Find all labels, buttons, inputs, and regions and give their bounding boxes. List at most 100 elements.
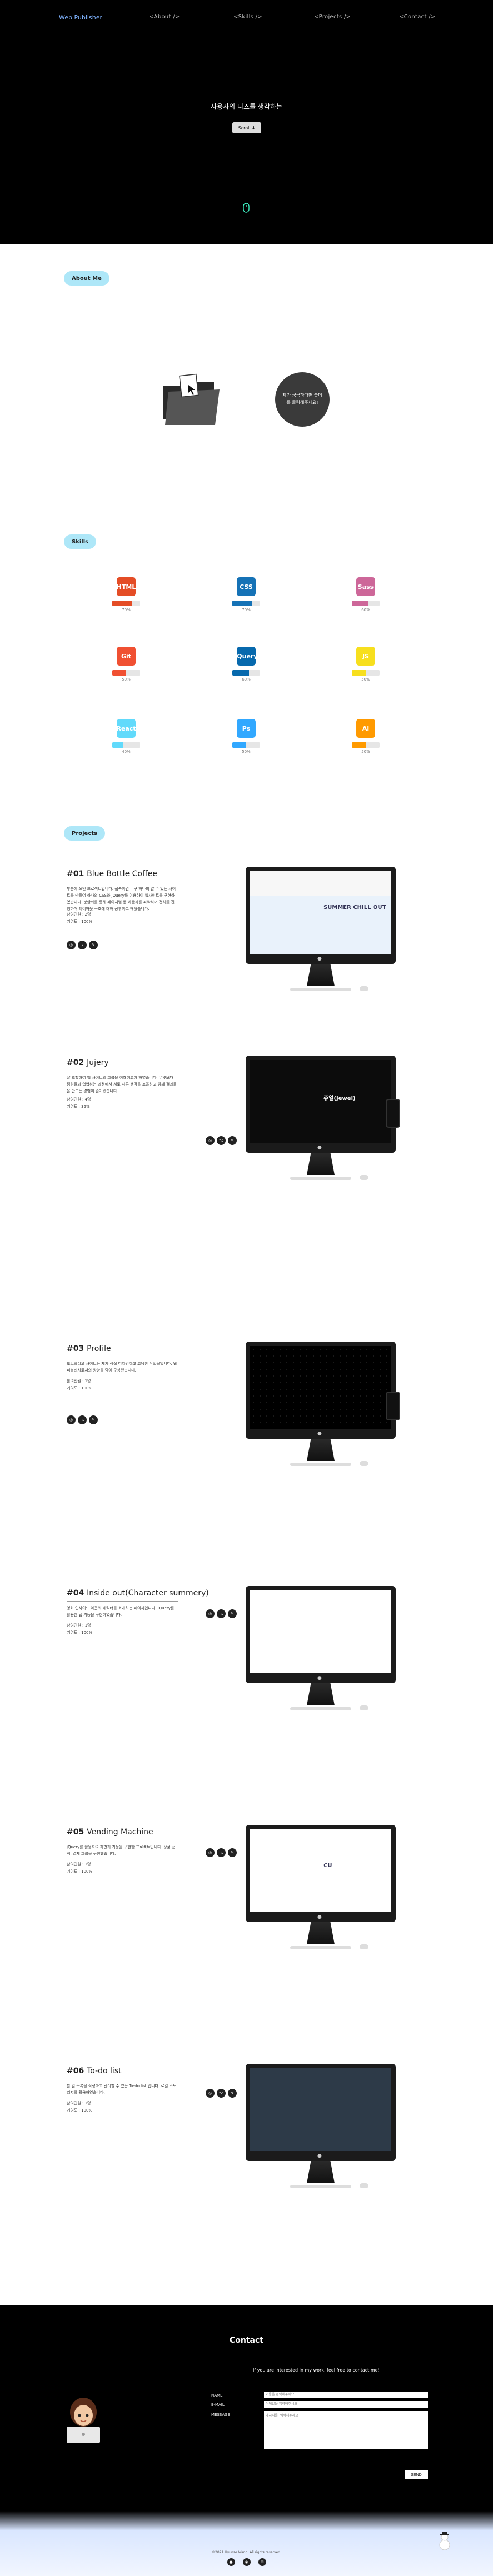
mouse	[360, 986, 368, 991]
monitor-screen: SUMMER CHILL OUT	[246, 867, 396, 964]
project-description: 잘 조합하여 웹 사이트의 흐름을 이해하고자 하였습니다. 무엇보다 팀원들과…	[67, 1076, 177, 1093]
email-input[interactable]	[264, 2401, 428, 2408]
project-meta: 참여인원 : 1명 기여도 : 100%	[67, 1622, 178, 1637]
project-name: Inside out(Character summery)	[87, 1589, 209, 1598]
monitor-stand	[307, 964, 335, 986]
view-site-button[interactable]: ◎	[206, 2089, 215, 2098]
project-meta: 참여인원 : 2명 기여도 : 100%	[67, 911, 178, 926]
nav-link-skills[interactable]: <Skills />	[233, 14, 262, 20]
project-number: #03	[67, 1344, 84, 1353]
name-input[interactable]	[264, 2392, 428, 2398]
apple-logo-icon: ●	[317, 1675, 322, 1681]
monitor-stand	[307, 1922, 335, 1944]
github-button[interactable]: ⌥	[78, 1415, 87, 1424]
project-number: #02	[67, 1058, 84, 1067]
detail-button[interactable]: ✎	[89, 941, 98, 949]
project-title: #03 Profile	[67, 1344, 111, 1353]
skill-badge: CSS	[237, 577, 256, 596]
view-site-button[interactable]: ◎	[67, 1415, 76, 1424]
mouse	[360, 1705, 368, 1710]
project-screenshot[interactable]	[250, 1590, 391, 1673]
github-button[interactable]: ⌥	[217, 2089, 226, 2098]
project-members: 참여인원 : 1명	[67, 1862, 91, 1867]
nav-link-contact[interactable]: <Contact />	[399, 14, 436, 20]
mouse-scroll-icon[interactable]	[239, 201, 253, 216]
view-site-button[interactable]: ◎	[206, 1848, 215, 1857]
project-screenshot[interactable]: 쥬얼(Jewel)	[250, 1060, 391, 1143]
detail-button[interactable]: ✎	[228, 1136, 237, 1145]
html5-icon: HTML	[114, 575, 138, 598]
github-button[interactable]: ⌥	[217, 1848, 226, 1857]
project-name: Jujery	[87, 1058, 109, 1067]
project-buttons: ◎ ⌥ ✎	[206, 2089, 237, 2098]
hero-title: 사용자의 니즈를 생각하는	[210, 103, 283, 111]
github-button[interactable]: ⌥	[217, 1609, 226, 1618]
skill-badge: Git	[117, 647, 136, 666]
project-title: #06 To-do list	[67, 2067, 122, 2075]
skill-badge: React	[116, 719, 136, 738]
skill-bar	[112, 742, 140, 748]
kakao-icon[interactable]: ●	[227, 2558, 235, 2566]
skill-item: JS 50%	[349, 644, 382, 682]
sass-icon: Sass	[354, 575, 377, 598]
apple-logo-icon: ●	[317, 1914, 322, 1920]
screen-headline: CU	[323, 1862, 332, 1869]
project-members: 참여인원 : 2명	[67, 912, 91, 917]
monitor-screen	[246, 2064, 396, 2161]
detail-button[interactable]: ✎	[228, 1848, 237, 1857]
message-textarea[interactable]	[264, 2411, 428, 2449]
nav-link-projects[interactable]: <Projects />	[314, 14, 351, 20]
project-description: 포트폴리오 사이트는 제가 직접 디자인하고 코딩한 작업물입니다. 웹 퍼블리…	[67, 1362, 177, 1373]
skill-percent: 50%	[242, 749, 251, 754]
git-icon: Git	[114, 644, 138, 668]
send-button[interactable]: SEND	[405, 2470, 428, 2479]
skill-percent: 60%	[361, 608, 370, 612]
project-number: #04	[67, 1589, 84, 1598]
snowman-icon	[439, 2532, 450, 2550]
project-screenshot[interactable]: SUMMER CHILL OUT	[250, 871, 391, 954]
github-icon[interactable]: ◉	[242, 2558, 251, 2566]
name-label: NAME	[211, 2393, 223, 2398]
skill-item: Ai 50%	[349, 717, 382, 754]
view-site-button[interactable]: ◎	[67, 941, 76, 949]
project-contribution: 기여도 : 35%	[67, 1104, 90, 1109]
project-meta: 참여인원 : 1명 기여도 : 100%	[67, 1378, 178, 1393]
monitor-screen	[246, 1586, 396, 1683]
detail-button[interactable]: ✎	[228, 1609, 237, 1618]
project-item: #06 To-do list 할 일 목록을 작성하고 관리할 수 있는 To-d…	[67, 2064, 428, 2211]
skill-bar-fill	[352, 601, 368, 606]
github-button[interactable]: ⌥	[78, 941, 87, 949]
nav-logo[interactable]: Web Publisher	[59, 14, 102, 21]
mail-icon[interactable]: ✉	[258, 2558, 266, 2566]
scroll-button[interactable]: Scroll ⬇	[232, 122, 261, 133]
monitor-screen: CU	[246, 1825, 396, 1922]
skill-item: HTML 70%	[109, 575, 143, 612]
project-screenshot[interactable]	[250, 1346, 391, 1429]
skill-item: jQuery 60%	[230, 644, 263, 682]
project-screenshot[interactable]	[250, 2068, 391, 2151]
detail-button[interactable]: ✎	[228, 2089, 237, 2098]
snow-ground	[0, 2511, 493, 2576]
github-button[interactable]: ⌥	[217, 1136, 226, 1145]
view-site-button[interactable]: ◎	[206, 1136, 215, 1145]
nav-link-about[interactable]: <About />	[149, 14, 180, 20]
project-item: #02 Jujery 잘 조합하여 웹 사이트의 흐름을 이해하고자 하였습니다.…	[67, 1056, 428, 1203]
css3-icon: CSS	[235, 575, 258, 598]
skill-badge: jQuery	[235, 647, 258, 666]
apple-logo-icon: ●	[317, 1431, 322, 1437]
skill-item: React 40%	[109, 717, 143, 754]
skill-bar-fill	[232, 742, 246, 748]
contact-title: Contact	[230, 2336, 263, 2345]
detail-button[interactable]: ✎	[89, 1415, 98, 1424]
keyboard	[290, 1946, 351, 1949]
monitor-mockup: 쥬얼(Jewel) ●	[246, 1056, 400, 1189]
skill-badge: Ps	[237, 719, 256, 738]
phone-mockup	[386, 1099, 400, 1128]
scroll-button-label: Scroll	[238, 125, 251, 131]
view-site-button[interactable]: ◎	[206, 1609, 215, 1618]
project-description: 부분에 쓰인 프로젝트입니다. 접속하면 누구 하나의 알 수 있는 사이트를 …	[67, 887, 176, 911]
folder-icon[interactable]	[158, 369, 222, 433]
project-screenshot[interactable]: CU	[250, 1829, 391, 1912]
project-buttons: ◎ ⌥ ✎	[67, 1415, 98, 1424]
keyboard	[290, 1707, 351, 1710]
